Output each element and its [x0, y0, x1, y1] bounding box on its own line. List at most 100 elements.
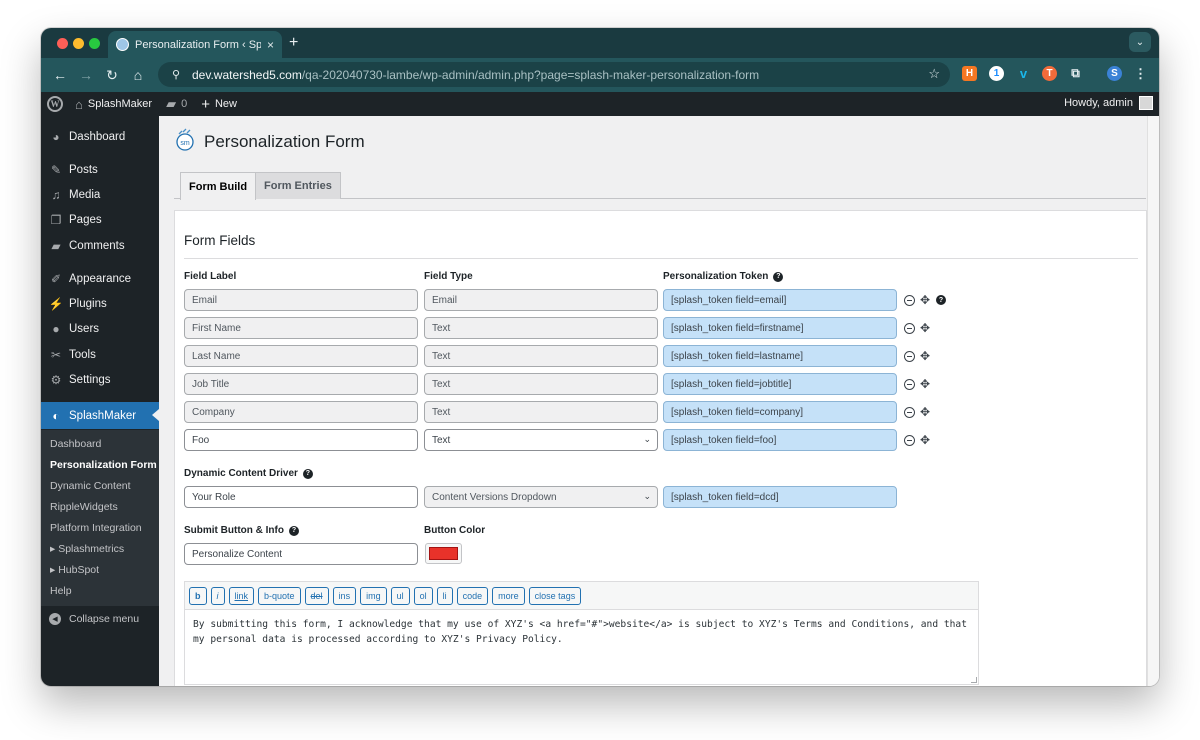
dcd-label-input[interactable]: Your Role: [184, 486, 418, 508]
move-handle-icon[interactable]: ✥: [920, 406, 930, 418]
remove-row-icon[interactable]: [904, 350, 915, 362]
remove-row-icon[interactable]: [904, 406, 915, 418]
field-label-input[interactable]: First Name: [184, 317, 418, 339]
tab-form-build[interactable]: Form Build: [180, 172, 257, 200]
field-type-input[interactable]: Text: [424, 317, 658, 339]
reload-button[interactable]: ↻: [99, 67, 125, 84]
new-tab-button[interactable]: +: [289, 34, 298, 52]
field-label-input[interactable]: Email: [184, 289, 418, 311]
submit-label-input[interactable]: Personalize Content: [184, 543, 418, 565]
maximize-window-button[interactable]: [89, 38, 100, 49]
submenu-dashboard[interactable]: Dashboard: [50, 438, 101, 450]
help-icon[interactable]: ?: [302, 468, 313, 479]
submenu-splashmetrics[interactable]: ▸ Splashmetrics: [50, 543, 124, 555]
sidebar-item-media[interactable]: ♫ Media: [41, 182, 159, 208]
1password-extension-icon[interactable]: 1: [989, 66, 1004, 81]
sidebar-item-pages[interactable]: ❐ Pages: [41, 207, 159, 233]
submenu-help[interactable]: Help: [50, 585, 72, 597]
field-label-input[interactable]: Foo: [184, 429, 418, 451]
submenu-platform-integration[interactable]: Platform Integration: [50, 522, 142, 534]
dcd-type-select[interactable]: Content Versions Dropdown ⌄: [424, 486, 658, 508]
sidebar-item-plugins[interactable]: ⚡ Plugins: [41, 291, 159, 317]
token-field[interactable]: [splash_token field=firstname]: [663, 317, 897, 339]
button-color-picker[interactable]: [425, 543, 462, 564]
address-bar[interactable]: ⚲ dev.watershed5.com /qa-202040730-lambe…: [158, 62, 950, 87]
site-info-icon[interactable]: ⚲: [166, 66, 186, 84]
move-handle-icon[interactable]: ✥: [920, 294, 930, 306]
remove-row-icon[interactable]: [904, 434, 915, 446]
quicktag-ins-button[interactable]: ins: [332, 586, 357, 605]
quicktag-code-button[interactable]: code: [456, 586, 489, 605]
quicktag-img-button[interactable]: img: [360, 586, 387, 605]
token-field[interactable]: [splash_token field=jobtitle]: [663, 373, 897, 395]
sidebar-item-users[interactable]: ● Users: [41, 316, 159, 342]
token-field[interactable]: [splash_token field=lastname]: [663, 345, 897, 367]
back-button[interactable]: ←: [47, 67, 73, 83]
remove-row-icon[interactable]: [904, 378, 915, 390]
collapse-menu-button[interactable]: ◀ Collapse menu: [49, 613, 139, 625]
my-account-link[interactable]: Howdy, admin: [1064, 96, 1153, 110]
extensions-puzzle-icon[interactable]: ⧉: [1068, 66, 1083, 81]
tab-search-button[interactable]: ⌄: [1129, 32, 1151, 52]
remove-row-icon[interactable]: [904, 294, 915, 306]
close-window-button[interactable]: [57, 38, 68, 49]
field-type-input[interactable]: Text: [424, 373, 658, 395]
quicktag-more-button[interactable]: more: [492, 586, 525, 605]
quicktag-b-quote-button[interactable]: b-quote: [258, 586, 301, 605]
forward-button[interactable]: →: [73, 67, 99, 83]
sidebar-item-settings[interactable]: ⚙ Settings: [41, 367, 159, 393]
new-content-link[interactable]: + New: [201, 96, 237, 113]
page-scrollbar[interactable]: [1147, 116, 1159, 686]
t-extension-icon[interactable]: T: [1042, 66, 1057, 81]
help-icon[interactable]: ?: [936, 295, 947, 305]
resize-handle[interactable]: [971, 677, 977, 683]
wordpress-logo-icon[interactable]: W: [47, 96, 63, 112]
field-type-select[interactable]: Text ⌄: [424, 429, 658, 451]
submenu-hubspot[interactable]: ▸ HubSpot: [50, 564, 99, 576]
bookmark-star-icon[interactable]: ☆: [928, 66, 940, 82]
browser-tab-active[interactable]: Personalization Form ‹ Splash ×: [108, 31, 282, 58]
help-icon[interactable]: ?: [288, 525, 299, 536]
quicktag-li-button[interactable]: li: [436, 586, 453, 605]
sidebar-item-posts[interactable]: ✎ Posts: [41, 157, 159, 183]
vimeo-extension-icon[interactable]: v: [1016, 66, 1031, 81]
site-name-link[interactable]: ⌂ SplashMaker: [75, 97, 152, 112]
profile-avatar[interactable]: S: [1107, 66, 1122, 81]
help-icon[interactable]: ?: [773, 271, 784, 282]
remove-row-icon[interactable]: [904, 322, 915, 334]
field-type-input[interactable]: Text: [424, 401, 658, 423]
field-type-input[interactable]: Email: [424, 289, 658, 311]
field-label-input[interactable]: Last Name: [184, 345, 418, 367]
minimize-window-button[interactable]: [73, 38, 84, 49]
token-field[interactable]: [splash_token field=email]: [663, 289, 897, 311]
field-label-input[interactable]: Company: [184, 401, 418, 423]
move-handle-icon[interactable]: ✥: [920, 378, 930, 390]
browser-menu-icon[interactable]: ⋮: [1133, 66, 1148, 81]
comments-link[interactable]: ▰ 0: [166, 96, 187, 112]
field-label-input[interactable]: Job Title: [184, 373, 418, 395]
submenu-ripplewidgets[interactable]: RippleWidgets: [50, 501, 118, 513]
token-field[interactable]: [splash_token field=company]: [663, 401, 897, 423]
close-tab-icon[interactable]: ×: [267, 38, 274, 52]
move-handle-icon[interactable]: ✥: [920, 322, 930, 334]
field-type-input[interactable]: Text: [424, 345, 658, 367]
quicktag-i-button[interactable]: i: [210, 586, 225, 605]
quicktag-b-button[interactable]: b: [189, 586, 207, 605]
quicktag-close-tags-button[interactable]: close tags: [528, 586, 582, 605]
hubspot-extension-icon[interactable]: H: [962, 66, 977, 81]
quicktag-ol-button[interactable]: ol: [413, 586, 433, 605]
token-field[interactable]: [splash_token field=foo]: [663, 429, 897, 451]
info-textarea[interactable]: By submitting this form, I acknowledge t…: [185, 610, 978, 654]
move-handle-icon[interactable]: ✥: [920, 350, 930, 362]
sidebar-item-dashboard[interactable]: ◕ Dashboard: [41, 124, 159, 150]
sidebar-item-appearance[interactable]: ✐ Appearance: [41, 266, 159, 292]
quicktag-link-button[interactable]: link: [228, 586, 255, 605]
sidebar-item-comments[interactable]: ▰ Comments: [41, 233, 159, 259]
sidebar-item-splashmaker[interactable]: ◐ SplashMaker: [41, 402, 159, 429]
tab-form-entries[interactable]: Form Entries: [255, 172, 341, 199]
sidebar-item-tools[interactable]: ✂ Tools: [41, 342, 159, 368]
dcd-token-field[interactable]: [splash_token field=dcd]: [663, 486, 897, 508]
submenu-dynamic-content[interactable]: Dynamic Content: [50, 480, 131, 492]
quicktag-ul-button[interactable]: ul: [390, 586, 410, 605]
move-handle-icon[interactable]: ✥: [920, 434, 930, 446]
